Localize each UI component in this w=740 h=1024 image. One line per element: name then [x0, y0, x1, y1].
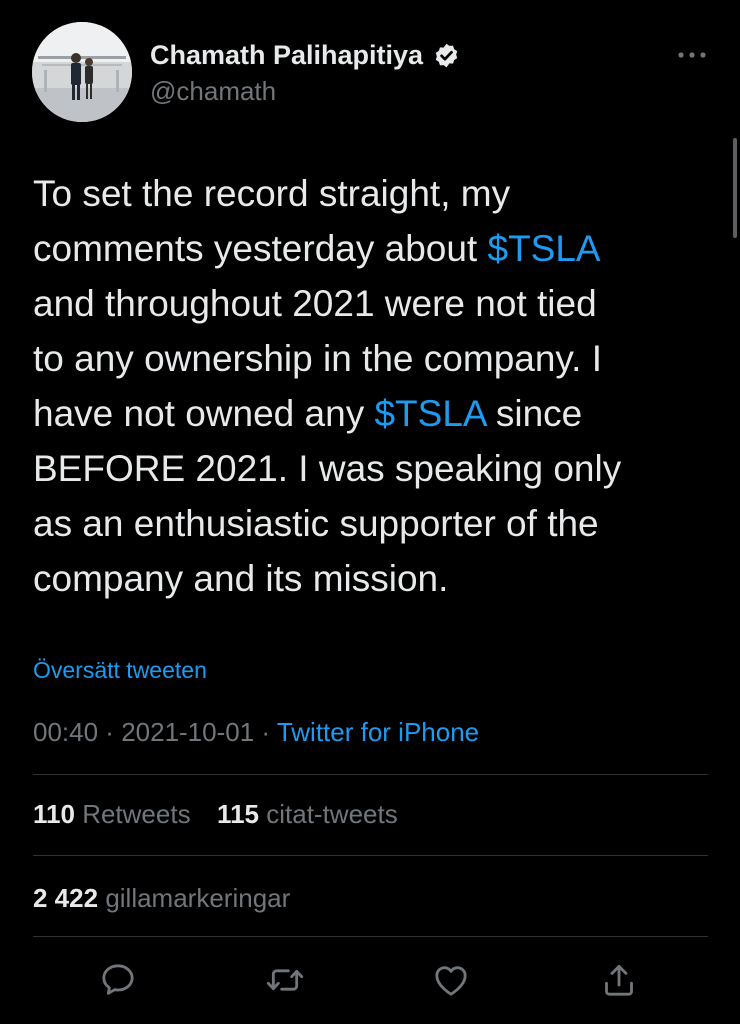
- author-name-row[interactable]: Chamath Palihapitiya: [150, 40, 460, 71]
- author-display-name[interactable]: Chamath Palihapitiya: [150, 40, 423, 71]
- like-button[interactable]: [429, 958, 473, 1002]
- tweet-text-segment: comments yesterday about: [33, 228, 488, 269]
- likes-count: 2 422: [33, 883, 99, 913]
- share-icon: [605, 964, 633, 996]
- retweets-label: Retweets: [82, 799, 191, 829]
- avatar-photo: [32, 22, 132, 122]
- tweet-action-bar: [0, 958, 740, 1002]
- tweet-text-segment: since: [485, 393, 583, 434]
- likes-label: gillamarkeringar: [105, 883, 291, 913]
- tweet-line: BEFORE 2021. I was speaking only: [33, 441, 693, 496]
- divider: [33, 774, 708, 775]
- like-icon: [435, 966, 467, 996]
- likes-stats-row: 2 422 gillamarkeringar: [33, 883, 290, 914]
- quote-tweets-count: 115: [217, 799, 259, 829]
- tweet-text: To set the record straight, my comments …: [33, 166, 693, 606]
- meta-separator: ·: [254, 717, 277, 747]
- author-handle[interactable]: @chamath: [150, 76, 276, 107]
- tweet-line: To set the record straight, my: [33, 166, 693, 221]
- tweet-time[interactable]: 00:40: [33, 717, 98, 747]
- translate-tweet-link[interactable]: Översätt tweeten: [33, 657, 207, 684]
- tweet-date[interactable]: 2021-10-01: [121, 717, 254, 747]
- tweet-metadata: 00:40 · 2021-10-01 · Twitter for iPhone: [33, 717, 479, 748]
- tweet-line: as an enthusiastic supporter of the: [33, 496, 693, 551]
- quote-tweets-stat[interactable]: 115 citat-tweets: [217, 799, 398, 829]
- cashtag-link[interactable]: $TSLA: [488, 228, 601, 269]
- reply-button[interactable]: [96, 958, 140, 1002]
- likes-stat[interactable]: 2 422 gillamarkeringar: [33, 883, 290, 913]
- reply-icon: [102, 964, 134, 995]
- tweet-line: comments yesterday about $TSLA: [33, 221, 693, 276]
- divider: [33, 936, 708, 937]
- more-options-icon[interactable]: [676, 48, 708, 60]
- verified-badge-icon: [433, 42, 460, 69]
- divider: [33, 855, 708, 856]
- tweet-line: have not owned any $TSLA since: [33, 386, 693, 441]
- retweet-stats-row: 110 Retweets 115 citat-tweets: [33, 799, 398, 830]
- retweet-button[interactable]: [263, 958, 307, 1002]
- cashtag-link[interactable]: $TSLA: [374, 393, 485, 434]
- retweet-icon: [266, 969, 304, 991]
- tweet-line: to any ownership in the company. I: [33, 331, 693, 386]
- retweets-stat[interactable]: 110 Retweets: [33, 799, 191, 829]
- retweets-count: 110: [33, 799, 75, 829]
- tweet-source-link[interactable]: Twitter for iPhone: [277, 717, 479, 747]
- meta-separator: ·: [98, 717, 122, 747]
- avatar[interactable]: [32, 22, 132, 122]
- tweet-text-segment: to any ownership in the company. I: [33, 338, 603, 379]
- tweet-text-segment: company and its mission.: [33, 558, 449, 599]
- tweet-line: company and its mission.: [33, 551, 693, 606]
- tweet-text-segment: and throughout 2021 were not tied: [33, 283, 597, 324]
- tweet-text-segment: BEFORE 2021. I was speaking only: [33, 448, 622, 489]
- tweet-text-segment: To set the record straight, my: [33, 173, 511, 214]
- share-button[interactable]: [597, 958, 641, 1002]
- scrollbar[interactable]: [733, 138, 737, 238]
- tweet-line: and throughout 2021 were not tied: [33, 276, 693, 331]
- tweet-text-segment: as an enthusiastic supporter of the: [33, 503, 599, 544]
- tweet-text-segment: have not owned any: [33, 393, 375, 434]
- quote-tweets-label: citat-tweets: [266, 799, 398, 829]
